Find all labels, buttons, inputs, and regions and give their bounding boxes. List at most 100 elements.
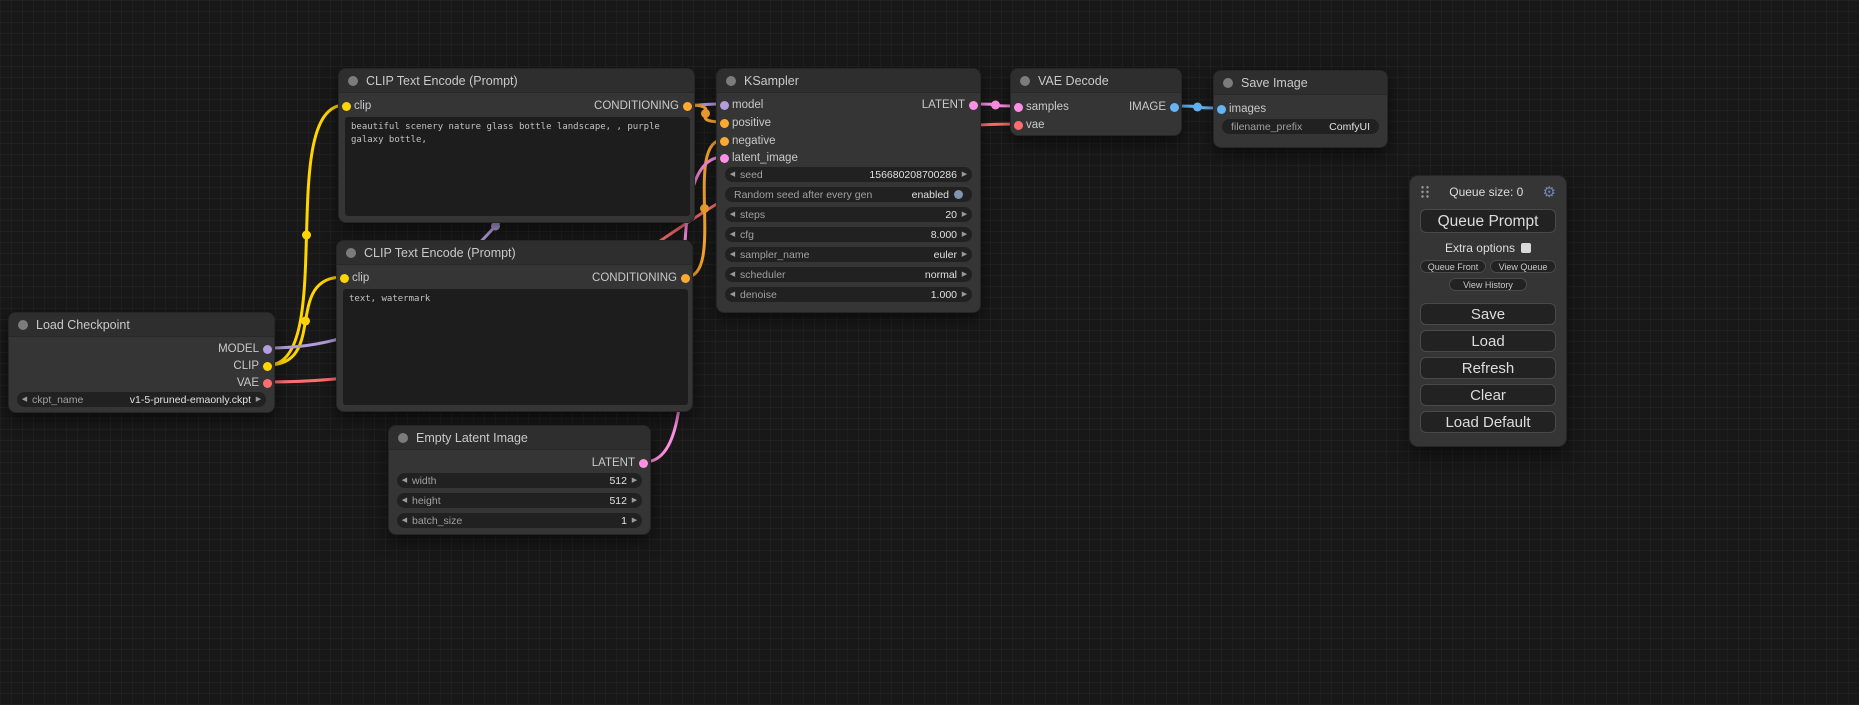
node-save-image[interactable]: Save Image images filename_prefix ComfyU… (1213, 70, 1388, 148)
output-slot-conditioning: CONDITIONING (592, 270, 692, 286)
load-button[interactable]: Load (1420, 330, 1556, 352)
node-title-bar[interactable]: Load Checkpoint (9, 313, 274, 337)
output-dot-vae[interactable] (263, 379, 272, 388)
input-dot-clip[interactable] (342, 102, 351, 111)
view-queue-button[interactable]: View Queue (1490, 260, 1556, 273)
input-dot-clip[interactable] (340, 274, 349, 283)
collapse-dot-icon[interactable] (1223, 78, 1233, 88)
input-dot-images[interactable] (1217, 105, 1226, 114)
collapse-dot-icon[interactable] (348, 76, 358, 86)
collapse-dot-icon[interactable] (726, 76, 736, 86)
output-dot-model[interactable] (263, 345, 272, 354)
arrow-right-icon[interactable]: ▶ (957, 207, 972, 222)
node-empty-latent-image[interactable]: Empty Latent Image LATENT ◀ width 512 ▶ … (388, 425, 651, 535)
extra-options-checkbox[interactable] (1521, 243, 1531, 253)
arrow-left-icon[interactable]: ◀ (725, 247, 740, 262)
output-dot-clip[interactable] (263, 362, 272, 371)
arrow-left-icon[interactable]: ◀ (397, 493, 412, 508)
clear-button[interactable]: Clear (1420, 384, 1556, 406)
node-clip-text-encode-positive[interactable]: CLIP Text Encode (Prompt) clip CONDITION… (338, 68, 695, 223)
node-ksampler[interactable]: KSampler model positive negative latent_… (716, 68, 981, 313)
output-dot-latent[interactable] (969, 101, 978, 110)
queue-front-button[interactable]: Queue Front (1420, 260, 1486, 273)
link-dot-samples (991, 101, 1000, 110)
widget-steps[interactable]: ◀ steps 20 ▶ (725, 207, 972, 222)
arrow-left-icon[interactable]: ◀ (725, 287, 740, 302)
widget-random-seed-toggle[interactable]: Random seed after every gen enabled (725, 187, 972, 202)
link-dot-positive (701, 109, 710, 118)
widget-seed[interactable]: ◀ seed 156680208700286 ▶ (725, 167, 972, 182)
widget-batch-size[interactable]: ◀ batch_size 1 ▶ (397, 513, 642, 528)
widget-label: filename_prefix (1231, 121, 1302, 133)
input-dot-latent-image[interactable] (720, 154, 729, 163)
arrow-left-icon[interactable]: ◀ (397, 473, 412, 488)
arrow-left-icon[interactable]: ◀ (725, 227, 740, 242)
widget-scheduler[interactable]: ◀ scheduler normal ▶ (725, 267, 972, 282)
arrow-left-icon[interactable]: ◀ (397, 513, 412, 528)
input-slot-images: images (1214, 101, 1266, 117)
arrow-right-icon[interactable]: ▶ (957, 167, 972, 182)
settings-gear-icon[interactable]: ⚙ (1543, 185, 1556, 200)
queue-menu-panel[interactable]: Queue size: 0 ⚙ Queue Prompt Extra optio… (1409, 175, 1567, 447)
arrow-right-icon[interactable]: ▶ (957, 287, 972, 302)
prompt-textarea[interactable]: beautiful scenery nature glass bottle la… (345, 117, 690, 216)
node-vae-decode[interactable]: VAE Decode samples vae IMAGE (1010, 68, 1182, 136)
prompt-textarea[interactable]: text, watermark (343, 289, 688, 405)
save-button[interactable]: Save (1420, 303, 1556, 325)
arrow-right-icon[interactable]: ▶ (627, 493, 642, 508)
output-dot-latent[interactable] (639, 459, 648, 468)
widget-ckpt-name[interactable]: ◀ ckpt_name v1-5-pruned-emaonly.ckpt ▶ (17, 392, 266, 407)
input-slot-clip: clip (337, 270, 369, 286)
arrow-right-icon[interactable]: ▶ (627, 513, 642, 528)
collapse-dot-icon[interactable] (1020, 76, 1030, 86)
widget-filename-prefix[interactable]: filename_prefix ComfyUI (1222, 119, 1379, 134)
widget-label: steps (740, 209, 765, 221)
output-dot-conditioning[interactable] (683, 102, 692, 111)
link-dot-negative (700, 204, 709, 213)
view-history-button[interactable]: View History (1449, 278, 1527, 291)
arrow-left-icon[interactable]: ◀ (725, 167, 740, 182)
arrow-right-icon[interactable]: ▶ (251, 392, 266, 407)
widget-cfg[interactable]: ◀ cfg 8.000 ▶ (725, 227, 972, 242)
slot-label: MODEL (218, 343, 259, 355)
arrow-left-icon[interactable]: ◀ (725, 207, 740, 222)
arrow-right-icon[interactable]: ▶ (627, 473, 642, 488)
node-title-bar[interactable]: Save Image (1214, 71, 1387, 95)
node-title: Load Checkpoint (36, 318, 130, 332)
node-title-bar[interactable]: CLIP Text Encode (Prompt) (339, 69, 694, 93)
queue-prompt-button[interactable]: Queue Prompt (1420, 209, 1556, 233)
node-title-bar[interactable]: VAE Decode (1011, 69, 1181, 93)
widget-sampler-name[interactable]: ◀ sampler_name euler ▶ (725, 247, 972, 262)
widget-denoise[interactable]: ◀ denoise 1.000 ▶ (725, 287, 972, 302)
input-dot-model[interactable] (720, 101, 729, 110)
output-dot-conditioning[interactable] (681, 274, 690, 283)
arrow-left-icon[interactable]: ◀ (17, 392, 32, 407)
collapse-dot-icon[interactable] (398, 433, 408, 443)
widget-height[interactable]: ◀ height 512 ▶ (397, 493, 642, 508)
output-dot-image[interactable] (1170, 103, 1179, 112)
drag-handle-icon[interactable] (1420, 185, 1430, 199)
node-title: KSampler (744, 74, 799, 88)
input-dot-samples[interactable] (1014, 103, 1023, 112)
node-clip-text-encode-negative[interactable]: CLIP Text Encode (Prompt) clip CONDITION… (336, 240, 693, 412)
graph-canvas[interactable]: Load Checkpoint MODEL CLIP VAE ◀ ckpt_na… (0, 0, 1859, 705)
arrow-left-icon[interactable]: ◀ (725, 267, 740, 282)
toggle-indicator-icon[interactable] (954, 190, 963, 199)
collapse-dot-icon[interactable] (346, 248, 356, 258)
arrow-right-icon[interactable]: ▶ (957, 267, 972, 282)
arrow-right-icon[interactable]: ▶ (957, 227, 972, 242)
arrow-right-icon[interactable]: ▶ (957, 247, 972, 262)
input-dot-positive[interactable] (720, 119, 729, 128)
widget-value: 20 (945, 209, 957, 221)
node-load-checkpoint[interactable]: Load Checkpoint MODEL CLIP VAE ◀ ckpt_na… (8, 312, 275, 413)
widget-label: sampler_name (740, 249, 809, 261)
refresh-button[interactable]: Refresh (1420, 357, 1556, 379)
node-title-bar[interactable]: KSampler (717, 69, 980, 93)
collapse-dot-icon[interactable] (18, 320, 28, 330)
node-title-bar[interactable]: Empty Latent Image (389, 426, 650, 450)
input-dot-vae[interactable] (1014, 121, 1023, 130)
widget-width[interactable]: ◀ width 512 ▶ (397, 473, 642, 488)
load-default-button[interactable]: Load Default (1420, 411, 1556, 433)
input-dot-negative[interactable] (720, 137, 729, 146)
node-title-bar[interactable]: CLIP Text Encode (Prompt) (337, 241, 692, 265)
